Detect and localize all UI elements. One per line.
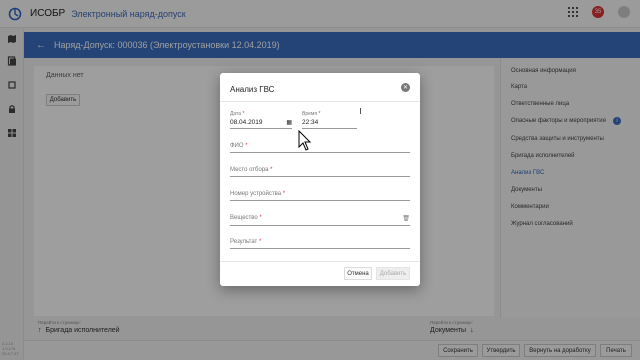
dialog-add-button[interactable]: Добавить [376, 267, 410, 280]
date-field[interactable]: Дата * 08.04.2019 ▦ [230, 111, 292, 129]
gas-analysis-dialog: Анализ ГВС ✕ Дата * 08.04.2019 ▦ Время *… [220, 73, 420, 286]
device-number-field[interactable]: Номер устройства * [230, 191, 410, 201]
text-caret [360, 108, 361, 114]
dialog-title: Анализ ГВС [230, 85, 275, 94]
mouse-pointer-icon [298, 130, 312, 151]
trash-icon[interactable]: 🗑 [402, 215, 410, 222]
close-icon[interactable]: ✕ [401, 83, 410, 92]
cancel-button[interactable]: Отмена [344, 267, 372, 280]
time-field[interactable]: Время * 22:34 [302, 111, 357, 129]
dialog-footer-divider [220, 261, 420, 262]
result-field[interactable]: Результат * [230, 239, 410, 249]
fio-field[interactable]: ФИО * [230, 143, 410, 153]
time-value: 22:34 [302, 119, 319, 126]
dialog-header-divider [220, 101, 420, 102]
sampling-place-field[interactable]: Место отбора * [230, 167, 410, 177]
calendar-icon[interactable]: ▦ [286, 119, 292, 126]
substance-field[interactable]: Вещество * 🗑 [230, 215, 410, 226]
date-value: 08.04.2019 [230, 119, 263, 126]
